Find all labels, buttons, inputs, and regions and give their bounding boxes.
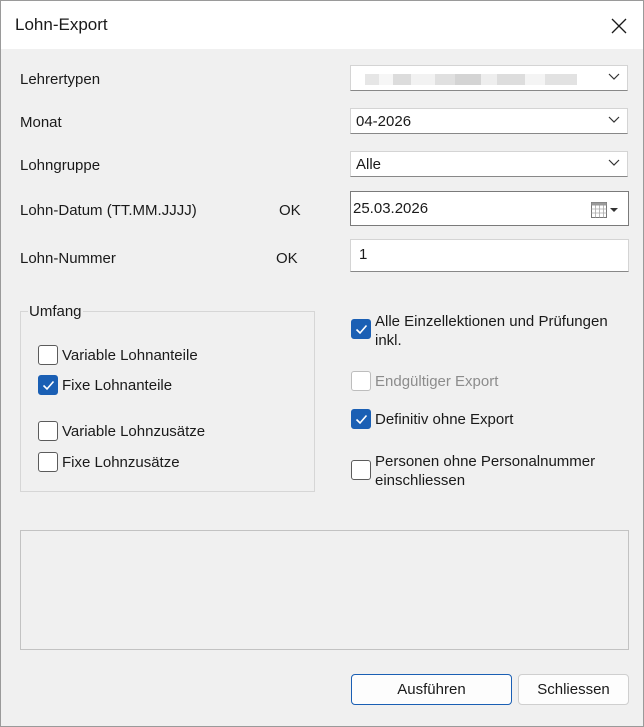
close-icon: [611, 18, 627, 34]
alle-einzellektionen-label-line2[interactable]: inkl.: [375, 332, 402, 349]
fixe-lohnzusaetze-checkbox[interactable]: [38, 452, 58, 472]
checkmark-icon: [355, 324, 368, 335]
calendar-icon[interactable]: [590, 201, 620, 219]
lohngruppe-select[interactable]: Alle: [350, 151, 628, 177]
definitiv-ohne-export-checkbox[interactable]: [351, 409, 371, 429]
chevron-down-icon: [608, 116, 620, 123]
alle-einzellektionen-label-line1[interactable]: Alle Einzellektionen und Prüfungen: [375, 313, 608, 330]
title-bar: Lohn-Export: [1, 1, 643, 49]
variable-lohnanteile-checkbox[interactable]: [38, 345, 58, 365]
checkmark-icon: [355, 414, 368, 425]
lohn-datum-status: OK: [279, 202, 301, 219]
lohn-datum-value: 25.03.2026: [353, 200, 429, 217]
endgueltiger-export-checkbox: [351, 371, 371, 391]
personen-ohne-personalnummer-label-line1[interactable]: Personen ohne Personalnummer: [375, 453, 595, 470]
monat-label: Monat: [20, 114, 62, 131]
close-window-button[interactable]: [599, 9, 639, 43]
redacted-selection: [365, 74, 577, 85]
window-title: Lohn-Export: [15, 15, 108, 34]
lohn-nummer-label: Lohn-Nummer: [20, 250, 116, 267]
monat-value: 04-2026: [356, 113, 412, 130]
lohn-export-dialog: Lohn-Export Lehrertypen Monat 04-2026 Lo…: [0, 0, 644, 727]
lehrertypen-select[interactable]: [350, 65, 628, 91]
lohngruppe-value: Alle: [356, 156, 382, 173]
lohn-nummer-input[interactable]: 1: [350, 239, 629, 272]
fixe-lohnanteile-checkbox[interactable]: [38, 375, 58, 395]
chevron-down-icon: [608, 73, 620, 80]
variable-lohnzusaetze-label[interactable]: Variable Lohnzusätze: [62, 423, 205, 440]
lohngruppe-label: Lohngruppe: [20, 157, 101, 174]
alle-einzellektionen-checkbox[interactable]: [351, 319, 371, 339]
personen-ohne-personalnummer-label-line2[interactable]: einschliessen: [375, 472, 465, 489]
output-log-area[interactable]: [20, 530, 629, 650]
definitiv-ohne-export-label[interactable]: Definitiv ohne Export: [375, 411, 513, 428]
chevron-down-icon: [608, 159, 620, 166]
personen-ohne-personalnummer-checkbox[interactable]: [351, 460, 371, 480]
variable-lohnanteile-label[interactable]: Variable Lohnanteile: [62, 347, 198, 364]
lehrertypen-label: Lehrertypen: [20, 71, 101, 88]
run-button[interactable]: Ausführen: [351, 674, 512, 705]
endgueltiger-export-label: Endgültiger Export: [375, 373, 499, 390]
lohn-nummer-status: OK: [276, 250, 298, 267]
lohn-nummer-value: 1: [359, 246, 368, 263]
fixe-lohnanteile-label[interactable]: Fixe Lohnanteile: [62, 377, 172, 394]
lohn-datum-label: Lohn-Datum (TT.MM.JJJJ): [20, 202, 197, 219]
umfang-legend: Umfang: [28, 303, 83, 320]
monat-select[interactable]: 04-2026: [350, 108, 628, 134]
variable-lohnzusaetze-checkbox[interactable]: [38, 421, 58, 441]
fixe-lohnzusaetze-label[interactable]: Fixe Lohnzusätze: [62, 454, 180, 471]
lohn-datum-picker[interactable]: 25.03.2026: [350, 191, 629, 226]
checkmark-icon: [42, 380, 55, 391]
close-button[interactable]: Schliessen: [518, 674, 629, 705]
